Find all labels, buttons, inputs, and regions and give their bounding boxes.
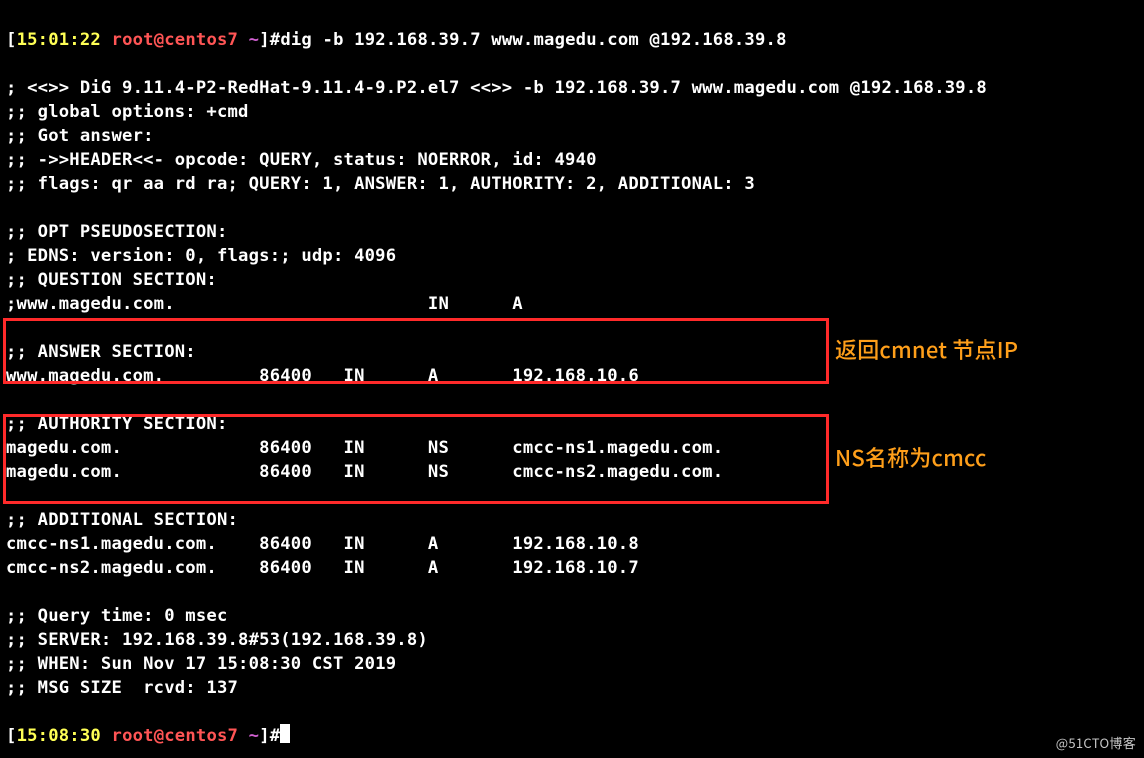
terminal[interactable]: [15:01:22 root@centos7 ~]#dig -b 192.168…	[0, 0, 1144, 758]
userhost: root@centos7	[112, 726, 239, 746]
ns-record: magedu.com. 86400 IN NS cmcc-ns1.magedu.…	[6, 438, 723, 458]
output-line: ;; WHEN: Sun Nov 17 15:08:30 CST 2019	[6, 654, 396, 674]
cwd: ~	[249, 726, 260, 746]
output-line: ;; SERVER: 192.168.39.8#53(192.168.39.8)	[6, 630, 428, 650]
authority-section-header: ;; AUTHORITY SECTION:	[6, 414, 228, 434]
output-line: ;; QUESTION SECTION:	[6, 270, 217, 290]
output-line: ;; flags: qr aa rd ra; QUERY: 1, ANSWER:…	[6, 174, 755, 194]
command: dig -b 192.168.39.7 www.magedu.com @192.…	[280, 30, 786, 50]
output-line: ; EDNS: version: 0, flags:; udp: 4096	[6, 246, 396, 266]
annotation-label-ns: NS名称为cmcc	[835, 445, 987, 469]
time: 15:08:30	[17, 726, 101, 746]
annotation-label-answer: 返回cmnet 节点IP	[835, 337, 1018, 361]
additional-section-header: ;; ADDITIONAL SECTION:	[6, 510, 238, 530]
output-line: ;; OPT PSEUDOSECTION:	[6, 222, 228, 242]
output-line: ;; MSG SIZE rcvd: 137	[6, 678, 238, 698]
bracket: [	[6, 726, 17, 746]
time: 15:01:22	[17, 30, 101, 50]
bracket: [	[6, 30, 17, 50]
additional-record: cmcc-ns1.magedu.com. 86400 IN A 192.168.…	[6, 534, 639, 554]
output-line: ;; global options: +cmd	[6, 102, 249, 122]
ns-record: magedu.com. 86400 IN NS cmcc-ns2.magedu.…	[6, 462, 723, 482]
cwd: ~	[249, 30, 260, 50]
marker: ]#	[259, 30, 280, 50]
answer-section-header: ;; ANSWER SECTION:	[6, 342, 196, 362]
additional-record: cmcc-ns2.magedu.com. 86400 IN A 192.168.…	[6, 558, 639, 578]
output-line: ; <<>> DiG 9.11.4-P2-RedHat-9.11.4-9.P2.…	[6, 78, 987, 98]
cursor	[280, 724, 290, 743]
output-line: ;; Got answer:	[6, 126, 154, 146]
marker: ]#	[259, 726, 280, 746]
output-line: ;; ->>HEADER<<- opcode: QUERY, status: N…	[6, 150, 597, 170]
answer-record: www.magedu.com. 86400 IN A 192.168.10.6	[6, 366, 639, 386]
output-line: ;; Query time: 0 msec	[6, 606, 228, 626]
output-line: ;www.magedu.com. IN A	[6, 294, 523, 314]
userhost: root@centos7	[112, 30, 239, 50]
